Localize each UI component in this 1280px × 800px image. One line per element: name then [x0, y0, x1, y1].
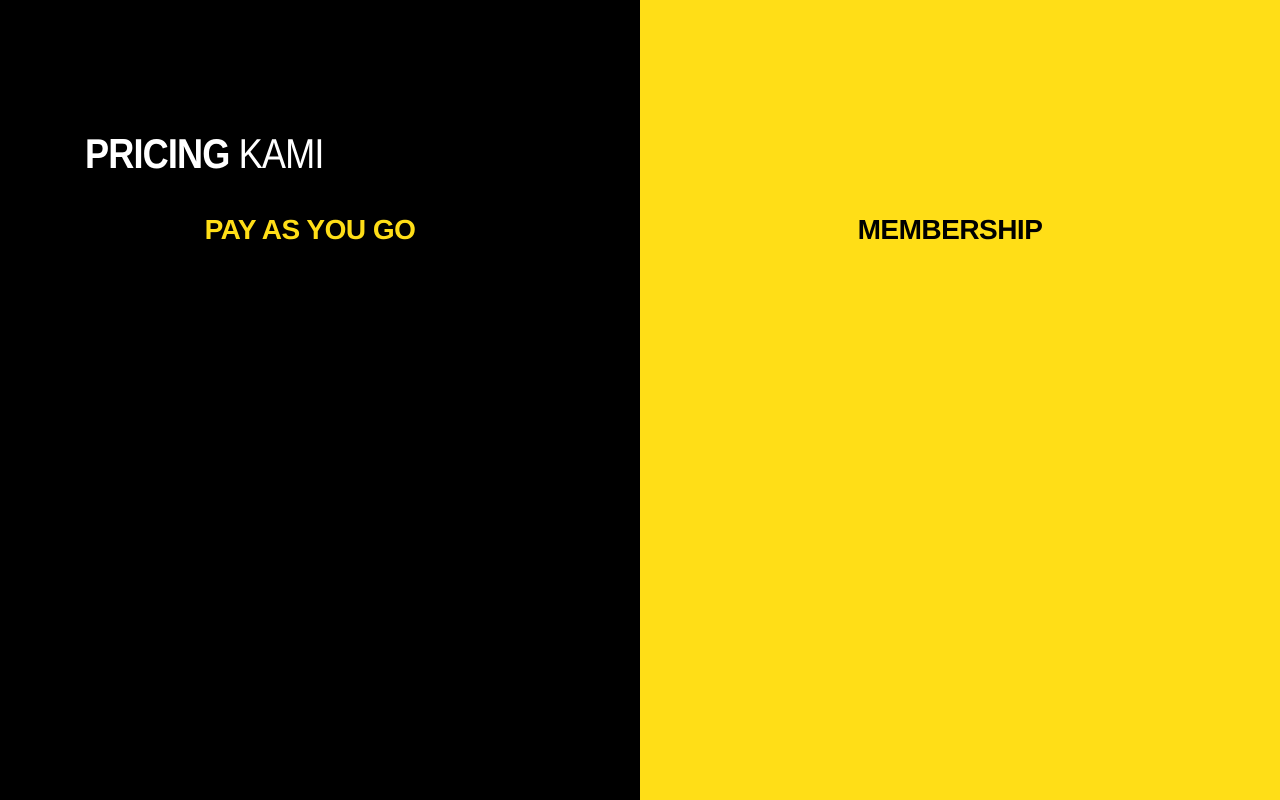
- pricing-page: PRICING KAMI PAY AS YOU GO MEMBERSHIP: [0, 0, 1280, 800]
- membership-panel: MEMBERSHIP: [640, 0, 1280, 800]
- page-title-strong: PRICING: [85, 130, 230, 177]
- membership-heading: MEMBERSHIP: [857, 214, 1043, 245]
- pay-as-you-go-heading: PAY AS YOU GO: [204, 214, 416, 245]
- page-title-light: KAMI: [238, 130, 325, 177]
- page-title: PRICING KAMI: [85, 130, 324, 178]
- pay-as-you-go-panel: PRICING KAMI PAY AS YOU GO: [0, 0, 640, 800]
